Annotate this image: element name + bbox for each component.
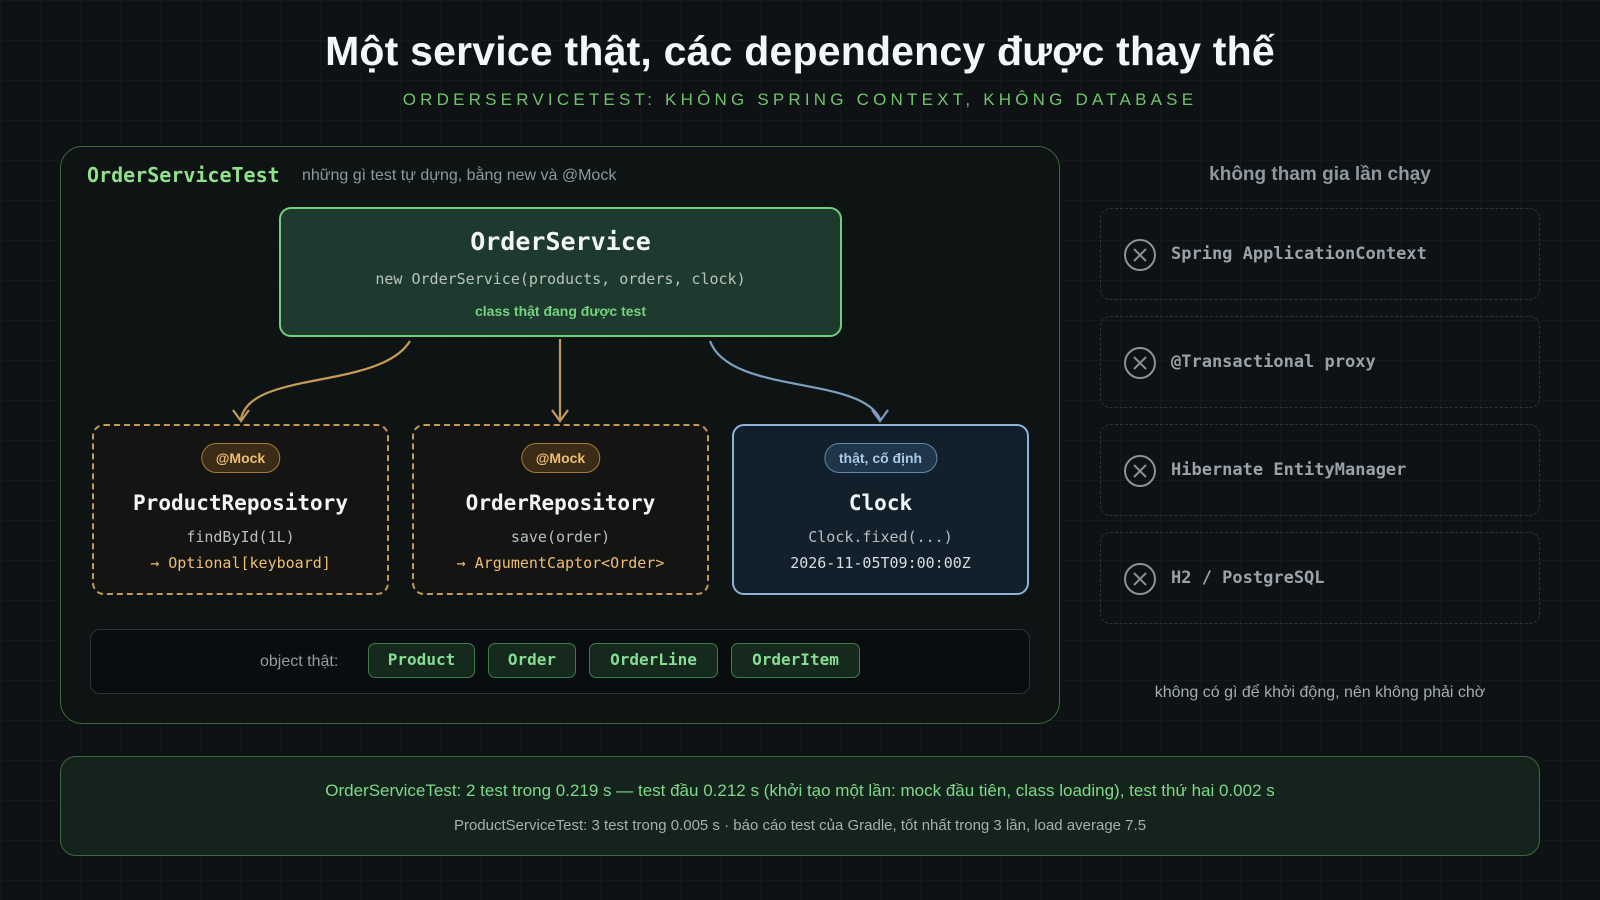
cross-circle-icon <box>1124 563 1156 595</box>
real-objects-label: object thật: <box>260 653 339 670</box>
excluded-item-label: @Transactional proxy <box>1171 352 1376 372</box>
cross-circle-icon <box>1124 455 1156 487</box>
dependency-order-repository: @Mock OrderRepository save(order) → Argu… <box>412 424 709 595</box>
real-object-chip: OrderLine <box>589 643 718 678</box>
excluded-item: H2 / PostgreSQL <box>1100 532 1540 624</box>
service-tag: class thật đang được test <box>474 303 647 319</box>
dependency-result: → Optional[keyboard] <box>150 554 331 572</box>
excluded-heading: không tham gia lần chạy <box>1209 164 1431 185</box>
dependency-call: Clock.fixed(...) <box>808 528 953 546</box>
real-object-chip: OrderItem <box>731 643 860 678</box>
dependency-name: ProductRepository <box>133 491 348 515</box>
dependency-name: OrderRepository <box>465 491 656 515</box>
summary-product-service: ProductServiceTest: 3 test trong 0.005 s… <box>453 817 1147 834</box>
excluded-item-label: Hibernate EntityManager <box>1171 460 1407 480</box>
arrow-to-clock <box>708 340 882 420</box>
excluded-item: @Transactional proxy <box>1100 316 1540 408</box>
dependency-name: Clock <box>848 491 913 515</box>
excluded-item: Spring ApplicationContext <box>1100 208 1540 300</box>
real-object-chip: Product <box>368 643 475 678</box>
arrowhead-clock <box>871 409 889 423</box>
excluded-footer: không có gì để khởi động, nên không phải… <box>1154 684 1486 701</box>
excluded-item-label: Spring ApplicationContext <box>1171 244 1427 264</box>
dependency-result: → ArgumentCaptor<Order> <box>456 554 665 572</box>
dependency-call: save(order) <box>510 528 611 546</box>
arrow-to-product-repository <box>239 340 411 420</box>
real-object-chip: Order <box>488 643 576 678</box>
mock-badge: @Mock <box>200 443 281 473</box>
cross-circle-icon <box>1124 347 1156 379</box>
mock-badge: @Mock <box>520 443 601 473</box>
dependency-result: 2026-11-05T09:00:00Z <box>790 554 971 572</box>
summary-order-service: OrderServiceTest: 2 test trong 0.219 s —… <box>325 781 1275 800</box>
dependency-call: findById(1L) <box>186 528 295 546</box>
excluded-item: Hibernate EntityManager <box>1100 424 1540 516</box>
service-constructor: new OrderService(products, orders, clock… <box>375 270 746 288</box>
summary-box: OrderServiceTest: 2 test trong 0.219 s —… <box>60 756 1540 856</box>
service-under-test: OrderService new OrderService(products, … <box>279 207 842 337</box>
dependency-product-repository: @Mock ProductRepository findById(1L) → O… <box>92 424 389 595</box>
excluded-item-label: H2 / PostgreSQL <box>1171 568 1325 588</box>
cross-circle-icon <box>1124 239 1156 271</box>
service-name: OrderService <box>470 227 651 256</box>
real-badge: thật, cố định <box>823 443 938 473</box>
dependency-clock: thật, cố định Clock Clock.fixed(...) 202… <box>732 424 1029 595</box>
